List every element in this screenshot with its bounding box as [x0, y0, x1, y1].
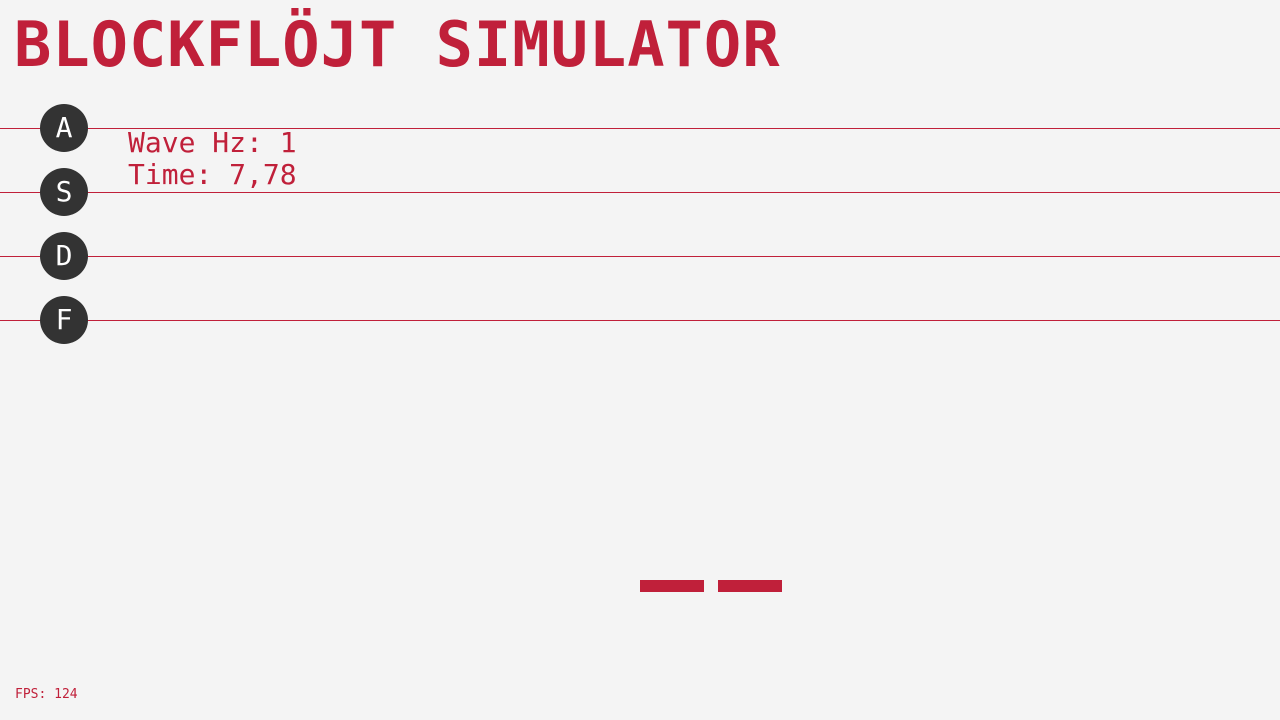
game-title: BLOCKFLÖJT SIMULATOR: [14, 8, 781, 81]
key-a-label: A: [55, 111, 73, 144]
lane-line-s: [0, 192, 1280, 193]
key-a-button[interactable]: A: [40, 104, 88, 152]
key-s-button[interactable]: S: [40, 168, 88, 216]
fps-counter: FPS: 124: [15, 687, 78, 702]
lane-line-f: [0, 320, 1280, 321]
note-block: [718, 580, 782, 592]
key-f-button[interactable]: F: [40, 296, 88, 344]
lane-line-d: [0, 256, 1280, 257]
wave-hz-readout: Wave Hz: 1: [128, 126, 297, 159]
note-block: [640, 580, 704, 592]
key-d-button[interactable]: D: [40, 232, 88, 280]
key-s-label: S: [55, 175, 73, 208]
key-f-label: F: [55, 303, 73, 336]
time-readout: Time: 7,78: [128, 158, 297, 191]
key-d-label: D: [55, 239, 73, 272]
